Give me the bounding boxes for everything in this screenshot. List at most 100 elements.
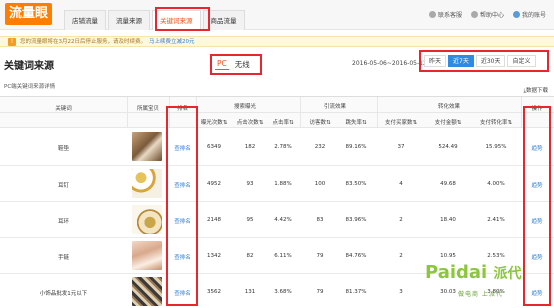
table-row: 鞋垫 查排名 6349 182 2.78% 232 89.16% 37 524.… bbox=[0, 128, 554, 166]
range-yesterday-button[interactable]: 昨天 bbox=[424, 55, 447, 67]
col-keyword: 关键词 bbox=[55, 106, 72, 112]
visitors-cell: 79 bbox=[316, 253, 324, 259]
buyers-cell: 2 bbox=[399, 253, 403, 259]
bounce-cell: 83.50% bbox=[345, 181, 367, 187]
visitors-cell: 100 bbox=[314, 181, 326, 187]
product-thumbnail[interactable] bbox=[132, 241, 162, 270]
warning-icon: ! bbox=[8, 38, 16, 46]
bounce-cell: 84.76% bbox=[345, 253, 367, 259]
buyers-cell: 2 bbox=[399, 217, 403, 223]
cvr-cell: 4.00% bbox=[487, 181, 505, 187]
col-ctr[interactable]: 点击率⇅ bbox=[270, 118, 296, 126]
col-clicks[interactable]: 点击次数⇅ bbox=[234, 118, 266, 126]
watermark-brand: Paidai 派代 bbox=[425, 262, 522, 283]
visitors-cell: 79 bbox=[316, 289, 324, 295]
range-custom-button[interactable]: 自定义 bbox=[507, 55, 536, 67]
product-thumbnail[interactable] bbox=[132, 205, 162, 234]
product-thumbnail[interactable] bbox=[132, 169, 162, 198]
table-header: 关键词 所属宝贝 排名 曝光次数⇅ 点击次数⇅ 点击率⇅ 访客数⇅ 跳失率⇅ 支… bbox=[0, 106, 554, 128]
range-buttons: 昨天 近7天 近30天 自定义 bbox=[424, 55, 536, 67]
group-header-traffic: 引流效果 bbox=[323, 104, 346, 110]
col-impressions[interactable]: 曝光次数⇅ bbox=[198, 118, 230, 126]
tab-shop-traffic[interactable]: 店铺流量 bbox=[64, 10, 106, 30]
ctr-cell: 1.88% bbox=[274, 181, 292, 187]
range-7days-button[interactable]: 近7天 bbox=[448, 55, 474, 67]
impressions-cell: 2148 bbox=[207, 217, 221, 223]
table-row: 耳环 查排名 2148 95 4.42% 83 83.96% 2 18.40 2… bbox=[0, 202, 554, 238]
keyword-cell: 手链 bbox=[57, 255, 69, 261]
keyword-cell: 小饰品批发1元以下 bbox=[39, 291, 88, 297]
clicks-cell: 131 bbox=[244, 289, 256, 295]
col-bounce[interactable]: 跳失率⇅ bbox=[339, 118, 373, 126]
cvr-cell: 2.41% bbox=[487, 217, 505, 223]
table-row: 耳钉 查排名 4952 93 1.88% 100 83.50% 4 49.68 … bbox=[0, 166, 554, 202]
divider bbox=[521, 97, 522, 128]
divider bbox=[377, 97, 378, 128]
amount-cell: 18.40 bbox=[440, 217, 456, 223]
contact-support-link[interactable]: 联系客服 bbox=[428, 10, 462, 19]
divider bbox=[300, 97, 301, 128]
buyers-cell: 4 bbox=[399, 181, 403, 187]
bounce-cell: 83.96% bbox=[345, 217, 367, 223]
help-center-link[interactable]: 帮助中心 bbox=[470, 10, 504, 19]
clicks-cell: 93 bbox=[246, 181, 254, 187]
tab-traffic-source[interactable]: 流量来源 bbox=[108, 10, 150, 30]
notice-text: 您的流量眼将在3月22日后停止服务，请及时续费。 bbox=[20, 39, 146, 45]
visitors-cell: 232 bbox=[314, 144, 326, 150]
col-visitors[interactable]: 访客数⇅ bbox=[305, 118, 335, 126]
headset-icon bbox=[428, 11, 436, 18]
product-thumbnail[interactable] bbox=[132, 132, 162, 161]
highlight-box-tab bbox=[155, 7, 210, 31]
ctr-cell: 6.11% bbox=[274, 253, 292, 259]
segment-wireless[interactable]: 无线 bbox=[235, 59, 250, 70]
section-subtitle: PC端关键词来源详情 bbox=[4, 84, 56, 90]
renew-link[interactable]: 马上续费立减20元 bbox=[149, 39, 195, 45]
range-30days-button[interactable]: 近30天 bbox=[475, 55, 506, 67]
segment-pc[interactable]: PC bbox=[215, 59, 229, 70]
impressions-cell: 4952 bbox=[207, 181, 221, 187]
watermark-slogan: 做电商 上派代 bbox=[458, 291, 503, 298]
top-bar: 流量眼 店铺流量 流量来源 关键词来源 商品流量 联系客服 帮助中心 我的账号 bbox=[0, 0, 554, 30]
app-logo[interactable]: 流量眼 bbox=[5, 3, 53, 25]
group-header-search: 搜索曝光 bbox=[233, 104, 256, 110]
paidai-watermark: Paidai 派代 做电商 上派代 bbox=[425, 262, 522, 298]
ctr-cell: 3.68% bbox=[274, 289, 292, 295]
my-account-link[interactable]: 我的账号 bbox=[512, 10, 546, 19]
ctr-cell: 2.78% bbox=[274, 144, 292, 150]
download-data-button[interactable]: ⤓数据下载 bbox=[524, 86, 548, 95]
buyers-cell: 3 bbox=[399, 289, 403, 295]
device-switch: PC 无线 bbox=[210, 54, 262, 75]
renewal-notice: ! 您的流量眼将在3月22日后停止服务，请及时续费。 马上续费立减20元 bbox=[0, 36, 554, 47]
user-icon bbox=[512, 11, 520, 18]
impressions-cell: 3562 bbox=[207, 289, 221, 295]
buyers-cell: 37 bbox=[397, 144, 405, 150]
col-amount[interactable]: 支付金额⇅ bbox=[428, 118, 468, 126]
ctr-cell: 4.42% bbox=[274, 217, 292, 223]
page-title: 关键词来源 bbox=[4, 61, 54, 72]
visitors-cell: 83 bbox=[316, 217, 324, 223]
col-cvr[interactable]: 支付转化率⇅ bbox=[473, 118, 519, 126]
highlight-box-action-column bbox=[523, 106, 551, 306]
keyword-cell: 耳钉 bbox=[57, 183, 69, 189]
col-item: 所属宝贝 bbox=[136, 106, 159, 112]
keyword-cell: 耳环 bbox=[57, 219, 69, 225]
impressions-cell: 1342 bbox=[207, 253, 221, 259]
amount-cell: 524.49 bbox=[438, 144, 458, 150]
clicks-cell: 82 bbox=[246, 253, 254, 259]
col-buyers[interactable]: 支付买家数⇅ bbox=[379, 118, 423, 126]
clicks-cell: 95 bbox=[246, 217, 254, 223]
highlight-box-rank-column bbox=[166, 106, 198, 306]
header-links: 联系客服 帮助中心 我的账号 bbox=[428, 10, 546, 19]
divider bbox=[127, 97, 128, 128]
bounce-cell: 81.37% bbox=[345, 289, 367, 295]
cvr-cell: 15.95% bbox=[485, 144, 507, 150]
clicks-cell: 182 bbox=[244, 144, 256, 150]
amount-cell: 10.95 bbox=[440, 253, 456, 259]
help-icon bbox=[470, 11, 478, 18]
product-thumbnail[interactable] bbox=[132, 277, 162, 306]
amount-cell: 49.68 bbox=[440, 181, 456, 187]
bounce-cell: 89.16% bbox=[345, 144, 367, 150]
cvr-cell: 2.53% bbox=[487, 253, 505, 259]
impressions-cell: 6349 bbox=[207, 144, 221, 150]
keyword-cell: 鞋垫 bbox=[57, 146, 69, 152]
